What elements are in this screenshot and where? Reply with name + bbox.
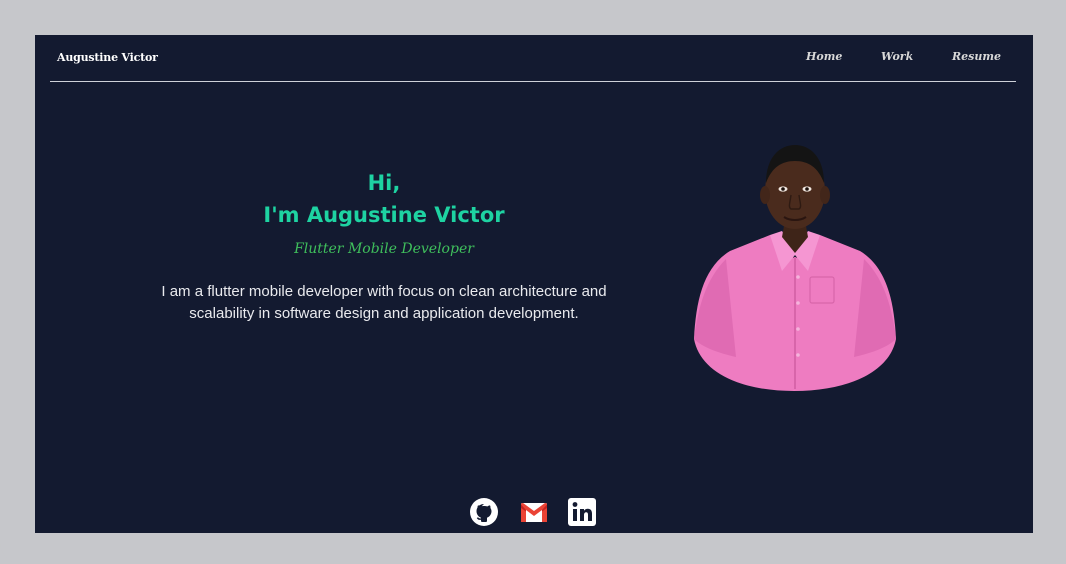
hero-intro: Hi, I'm Augustine Victor Flutter Mobile … — [130, 167, 638, 325]
role-title: Flutter Mobile Developer — [294, 241, 474, 257]
greeting-line-2: I'm Augustine Victor — [263, 203, 505, 227]
bio-line-1: I am a flutter mobile developer with foc… — [161, 283, 607, 300]
nav-resume-link[interactable]: Resume — [952, 50, 1001, 63]
bio-text: I am a flutter mobile developer with foc… — [130, 281, 638, 325]
gmail-icon[interactable] — [519, 497, 549, 527]
site-brand[interactable]: Augustine Victor — [57, 51, 158, 64]
github-icon[interactable] — [469, 497, 499, 527]
browser-frame: Augustine Victor Home Work Resume Hi, I'… — [0, 0, 1066, 564]
profile-photo — [694, 145, 896, 391]
header-divider — [50, 81, 1016, 82]
greeting-line-1: Hi, — [367, 171, 401, 195]
nav-work-link[interactable]: Work — [881, 50, 913, 63]
bio-line-2: scalability in software design and appli… — [189, 305, 579, 322]
page-viewport: Augustine Victor Home Work Resume Hi, I'… — [35, 35, 1033, 533]
nav-home-link[interactable]: Home — [806, 50, 842, 63]
linkedin-icon[interactable] — [567, 497, 597, 527]
